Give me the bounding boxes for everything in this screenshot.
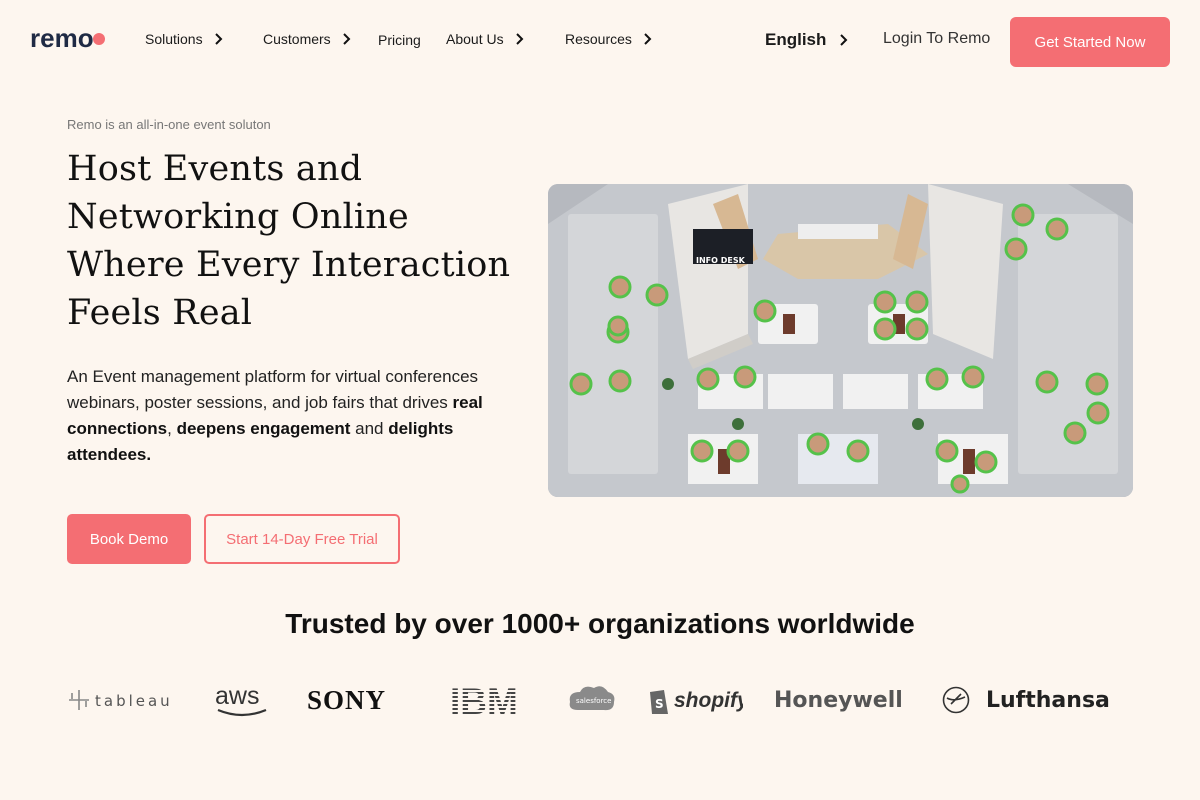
- lufthansa-logo: Lufthansa: [942, 680, 1110, 720]
- nav-pricing-label: Pricing: [378, 32, 421, 48]
- aws-logo: aws: [214, 680, 270, 720]
- shopify-bag-icon: S shopify: [650, 689, 743, 714]
- nav-resources[interactable]: Resources: [565, 31, 652, 47]
- virtual-venue-floorplan: INFO DESK: [548, 184, 1133, 497]
- login-link[interactable]: Login To Remo: [883, 30, 990, 48]
- chevron-right-icon: [214, 33, 223, 45]
- ibm-logo: IBM: [450, 680, 534, 720]
- tableau-icon: tableau: [69, 690, 173, 710]
- tableau-logo: tableau: [67, 680, 182, 720]
- nav-pricing[interactable]: Pricing: [378, 32, 421, 48]
- sony-logo: SONY: [307, 684, 387, 715]
- hero-description: An Event management platform for virtual…: [67, 367, 483, 464]
- top-nav: remo Solutions Customers Pricing About U…: [0, 0, 1200, 80]
- book-demo-button[interactable]: Book Demo: [67, 514, 191, 564]
- svg-text:remo: remo: [30, 27, 94, 53]
- remo-logo[interactable]: remo: [30, 27, 114, 53]
- language-selector[interactable]: English: [765, 30, 848, 50]
- lufthansa-crane-icon: [942, 686, 970, 714]
- chevron-right-icon: [840, 34, 848, 46]
- lufthansa-wordmark: Lufthansa: [986, 687, 1110, 713]
- nav-customers-label: Customers: [263, 31, 331, 47]
- svg-text:aws: aws: [215, 682, 259, 710]
- chevron-right-icon: [342, 33, 351, 45]
- trusted-heading: Trusted by over 1000+ organizations worl…: [285, 608, 915, 639]
- aws-icon: aws: [215, 682, 267, 717]
- hero-eyebrow: Remo is an all-in-one event soluton: [67, 117, 271, 132]
- svg-text:shopify: shopify: [674, 689, 743, 712]
- chevron-right-icon: [515, 33, 524, 45]
- svg-text:salesforce: salesforce: [576, 697, 611, 705]
- honeywell-logo: Honeywell: [774, 687, 903, 713]
- nav-solutions-label: Solutions: [145, 31, 203, 47]
- svg-text:IBM: IBM: [450, 681, 518, 720]
- language-label: English: [765, 30, 827, 49]
- hero-headline: Host Events and Networking Online Where …: [67, 149, 511, 333]
- nav-customers[interactable]: Customers: [263, 31, 351, 47]
- salesforce-logo: salesforce: [568, 680, 616, 720]
- nav-solutions[interactable]: Solutions: [145, 31, 223, 47]
- salesforce-cloud-icon: salesforce: [569, 686, 615, 711]
- shopify-logo: S shopify: [648, 680, 743, 720]
- free-trial-button[interactable]: Start 14-Day Free Trial: [204, 514, 400, 564]
- svg-text:tableau: tableau: [95, 692, 173, 710]
- nav-about-label: About Us: [446, 31, 504, 47]
- ibm-icon: IBM: [450, 681, 518, 720]
- nav-about-us[interactable]: About Us: [446, 31, 524, 47]
- emphasis-deepens-engagement: deepens engagement: [176, 419, 351, 438]
- get-started-button[interactable]: Get Started Now: [1010, 17, 1170, 67]
- svg-text:INFO DESK: INFO DESK: [696, 256, 746, 265]
- client-logos: tableau aws SONY IBM salesforce S shopif: [0, 680, 1200, 720]
- svg-text:S: S: [655, 697, 664, 711]
- chevron-right-icon: [644, 33, 652, 45]
- floorplan-illustration: INFO DESK: [548, 184, 1133, 497]
- nav-resources-label: Resources: [565, 31, 632, 47]
